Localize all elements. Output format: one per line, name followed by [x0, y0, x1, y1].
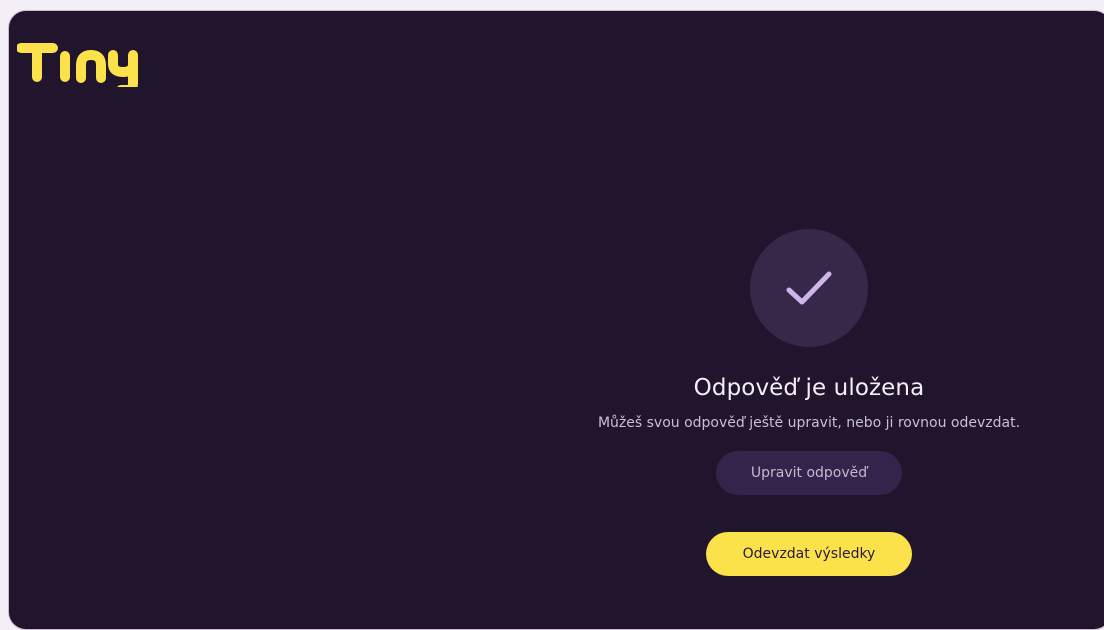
confirmation-subtitle: Můžeš svou odpověď ještě upravit, nebo j… [597, 415, 1021, 431]
check-circle [750, 229, 868, 347]
tiny-logo [16, 27, 141, 95]
confirmation-panel: Odpověď je uložena Můžeš svou odpověď je… [539, 229, 1079, 576]
submit-results-button[interactable]: Odevzdat výsledky [706, 532, 912, 576]
app-window: Odpověď je uložena Můžeš svou odpověď je… [8, 10, 1104, 630]
edit-answer-button[interactable]: Upravit odpověď [716, 451, 902, 495]
confirmation-title: Odpověď je uložena [693, 375, 925, 401]
check-icon [786, 271, 832, 305]
